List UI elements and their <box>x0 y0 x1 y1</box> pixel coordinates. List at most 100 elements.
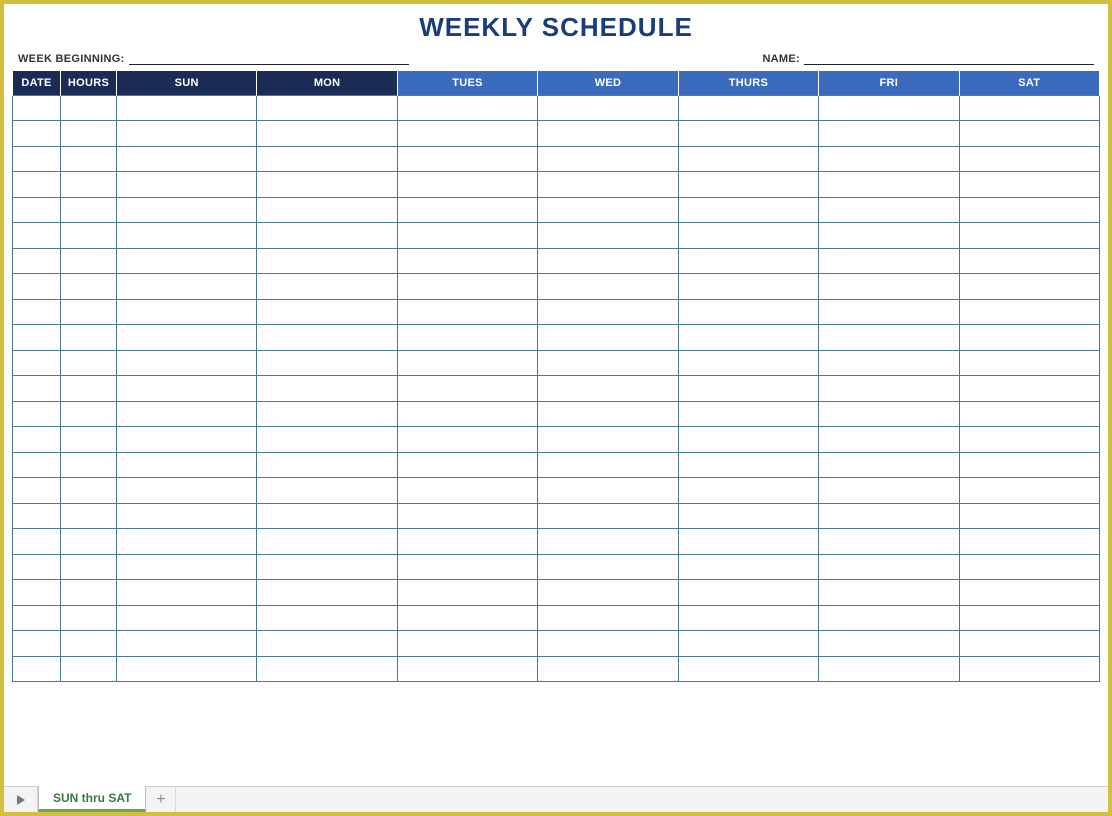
cell[interactable] <box>538 248 678 274</box>
cell[interactable] <box>819 503 959 529</box>
cell[interactable] <box>13 95 61 121</box>
cell[interactable] <box>538 656 678 682</box>
cell[interactable] <box>117 580 257 606</box>
sheet-nav-button[interactable] <box>4 787 38 812</box>
cell[interactable] <box>117 248 257 274</box>
cell[interactable] <box>61 427 117 453</box>
cell[interactable] <box>538 376 678 402</box>
cell[interactable] <box>538 427 678 453</box>
cell[interactable] <box>538 146 678 172</box>
cell[interactable] <box>959 223 1099 249</box>
cell[interactable] <box>13 197 61 223</box>
cell[interactable] <box>13 656 61 682</box>
cell[interactable] <box>538 401 678 427</box>
cell[interactable] <box>257 656 397 682</box>
cell[interactable] <box>117 146 257 172</box>
cell[interactable] <box>117 529 257 555</box>
cell[interactable] <box>819 452 959 478</box>
cell[interactable] <box>117 452 257 478</box>
cell[interactable] <box>13 503 61 529</box>
cell[interactable] <box>117 478 257 504</box>
cell[interactable] <box>819 146 959 172</box>
cell[interactable] <box>61 376 117 402</box>
cell[interactable] <box>819 478 959 504</box>
cell[interactable] <box>257 146 397 172</box>
cell[interactable] <box>117 401 257 427</box>
cell[interactable] <box>117 274 257 300</box>
cell[interactable] <box>959 452 1099 478</box>
cell[interactable] <box>959 299 1099 325</box>
cell[interactable] <box>538 605 678 631</box>
cell[interactable] <box>13 376 61 402</box>
cell[interactable] <box>538 274 678 300</box>
cell[interactable] <box>61 580 117 606</box>
cell[interactable] <box>678 503 818 529</box>
cell[interactable] <box>397 325 537 351</box>
cell[interactable] <box>959 172 1099 198</box>
sheet-tab-active[interactable]: SUN thru SAT <box>38 786 146 812</box>
cell[interactable] <box>257 274 397 300</box>
cell[interactable] <box>13 172 61 198</box>
cell[interactable] <box>819 656 959 682</box>
cell[interactable] <box>257 478 397 504</box>
cell[interactable] <box>61 350 117 376</box>
cell[interactable] <box>819 299 959 325</box>
cell[interactable] <box>959 95 1099 121</box>
cell[interactable] <box>61 529 117 555</box>
cell[interactable] <box>819 605 959 631</box>
cell[interactable] <box>959 146 1099 172</box>
cell[interactable] <box>397 223 537 249</box>
cell[interactable] <box>538 95 678 121</box>
cell[interactable] <box>959 350 1099 376</box>
cell[interactable] <box>13 223 61 249</box>
cell[interactable] <box>678 605 818 631</box>
cell[interactable] <box>819 121 959 147</box>
cell[interactable] <box>819 274 959 300</box>
cell[interactable] <box>678 146 818 172</box>
cell[interactable] <box>397 401 537 427</box>
cell[interactable] <box>678 631 818 657</box>
cell[interactable] <box>61 172 117 198</box>
cell[interactable] <box>678 401 818 427</box>
cell[interactable] <box>13 427 61 453</box>
cell[interactable] <box>397 478 537 504</box>
cell[interactable] <box>61 478 117 504</box>
cell[interactable] <box>61 631 117 657</box>
cell[interactable] <box>397 350 537 376</box>
cell[interactable] <box>397 146 537 172</box>
cell[interactable] <box>819 529 959 555</box>
cell[interactable] <box>678 274 818 300</box>
cell[interactable] <box>397 121 537 147</box>
cell[interactable] <box>397 376 537 402</box>
cell[interactable] <box>538 172 678 198</box>
cell[interactable] <box>61 554 117 580</box>
cell[interactable] <box>959 427 1099 453</box>
cell[interactable] <box>819 223 959 249</box>
cell[interactable] <box>13 529 61 555</box>
cell[interactable] <box>13 325 61 351</box>
cell[interactable] <box>678 376 818 402</box>
cell[interactable] <box>538 325 678 351</box>
cell[interactable] <box>819 427 959 453</box>
cell[interactable] <box>538 299 678 325</box>
cell[interactable] <box>959 401 1099 427</box>
cell[interactable] <box>61 248 117 274</box>
cell[interactable] <box>397 248 537 274</box>
cell[interactable] <box>397 172 537 198</box>
cell[interactable] <box>959 580 1099 606</box>
cell[interactable] <box>678 248 818 274</box>
cell[interactable] <box>397 95 537 121</box>
cell[interactable] <box>819 554 959 580</box>
cell[interactable] <box>678 554 818 580</box>
cell[interactable] <box>257 452 397 478</box>
cell[interactable] <box>959 197 1099 223</box>
cell[interactable] <box>13 350 61 376</box>
cell[interactable] <box>678 656 818 682</box>
cell[interactable] <box>678 325 818 351</box>
cell[interactable] <box>257 376 397 402</box>
cell[interactable] <box>117 95 257 121</box>
cell[interactable] <box>117 197 257 223</box>
cell[interactable] <box>257 401 397 427</box>
cell[interactable] <box>819 172 959 198</box>
cell[interactable] <box>819 350 959 376</box>
